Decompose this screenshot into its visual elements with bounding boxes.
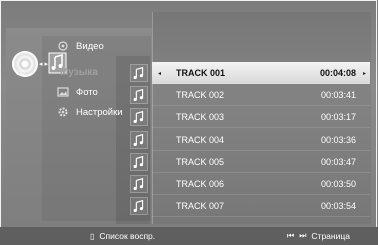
track-row[interactable]: TRACK 004 00:03:36 xyxy=(152,129,370,151)
track-duration: 00:03:50 xyxy=(320,179,356,189)
track-duration: 00:03:41 xyxy=(320,90,356,100)
track-name: TRACK 005 xyxy=(176,157,225,167)
bottom-bar: ▯ Список воспр. ⏮ ⏭ Страница xyxy=(0,227,378,245)
music-note-icon xyxy=(130,153,148,171)
music-note-icon xyxy=(130,86,148,104)
track-row[interactable]: TRACK 002 00:03:41 xyxy=(152,84,370,106)
track-row[interactable]: TRACK 005 00:03:47 xyxy=(152,151,370,173)
scroll-right-icon: ▸ xyxy=(362,70,366,77)
playlist-label: Список воспр. xyxy=(99,231,156,241)
track-duration: 00:04:08 xyxy=(319,68,356,78)
menu-item-settings[interactable]: Настройки xyxy=(56,102,123,122)
music-note-icon xyxy=(130,197,148,215)
video-icon xyxy=(58,41,68,51)
menu-item-label: Музыка xyxy=(60,66,98,78)
music-note-icon xyxy=(130,64,148,82)
track-name: TRACK 006 xyxy=(176,179,225,189)
page-hint[interactable]: ⏮ ⏭ Страница xyxy=(287,231,350,241)
skip-next-icon: ⏭ xyxy=(299,231,307,240)
scroll-left-icon: ◂ xyxy=(158,70,162,77)
track-name: TRACK 007 xyxy=(176,201,225,211)
music-note-icon xyxy=(130,131,148,149)
track-duration: 00:03:36 xyxy=(320,135,356,145)
media-browser-screen: CD ◂ ▸ Видео Музыка Фото Настройки ◂ TRA… xyxy=(0,0,378,245)
settings-icon xyxy=(58,107,68,117)
track-name: TRACK 004 xyxy=(176,135,225,145)
track-duration: 00:03:54 xyxy=(320,201,356,211)
menu-item-video[interactable]: Видео xyxy=(56,36,104,56)
menu-item-label: Настройки xyxy=(76,106,123,118)
track-row[interactable]: TRACK 003 00:03:17 xyxy=(152,106,370,128)
track-duration: 00:03:17 xyxy=(320,112,356,122)
menu-item-label: Видео xyxy=(76,40,104,52)
music-note-icon xyxy=(130,175,148,193)
track-name: TRACK 001 xyxy=(176,68,226,78)
row-divider xyxy=(152,127,370,128)
track-row[interactable]: ◂ TRACK 001 00:04:08 ▸ xyxy=(152,62,370,84)
playlist-hint[interactable]: ▯ Список воспр. xyxy=(90,231,155,241)
track-name: TRACK 003 xyxy=(176,112,225,122)
track-row[interactable]: TRACK 007 00:03:54 xyxy=(152,195,370,217)
track-row[interactable]: TRACK 006 00:03:50 xyxy=(152,173,370,195)
menu-item-music[interactable]: Музыка xyxy=(60,62,98,82)
skip-prev-icon: ⏮ xyxy=(287,231,295,240)
menu-item-label: Фото xyxy=(76,86,98,98)
menu-item-photo[interactable]: Фото xyxy=(56,82,98,102)
remote-button-icon: ▯ xyxy=(90,231,95,241)
page-label: Страница xyxy=(311,231,350,241)
track-duration: 00:03:47 xyxy=(320,157,356,167)
disc-label: CD xyxy=(16,71,25,77)
row-divider xyxy=(152,216,370,217)
photo-icon xyxy=(57,87,69,97)
music-note-icon xyxy=(130,108,148,126)
track-name: TRACK 002 xyxy=(176,90,225,100)
